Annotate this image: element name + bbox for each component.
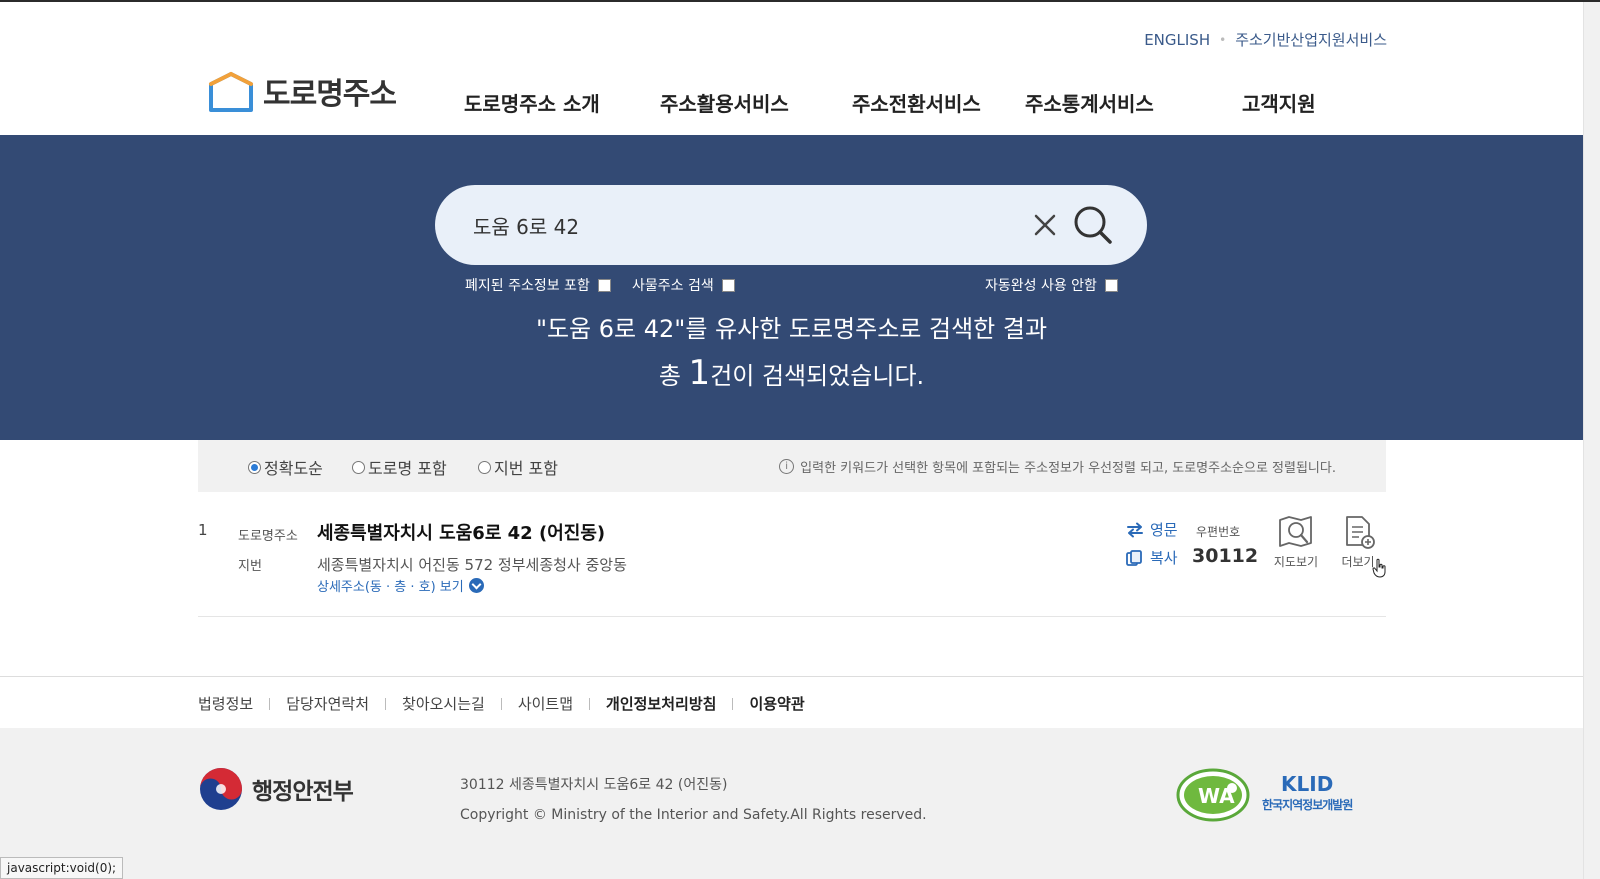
result-count: 1 (688, 353, 711, 393)
english-address-label: 영문 (1150, 521, 1178, 539)
footer-separator (269, 697, 271, 710)
footer-link-contact[interactable]: 담당자연락처 (286, 693, 369, 714)
footer-link-privacy[interactable]: 개인정보처리방침 (606, 693, 716, 714)
sort-jibun-radio[interactable] (478, 460, 491, 474)
utility-links: ENGLISH • 주소기반산업지원서비스 (1144, 29, 1387, 50)
footer-link-terms[interactable]: 이용약관 (749, 693, 804, 714)
sort-road-name-radio[interactable] (352, 460, 365, 474)
footer-separator (500, 697, 502, 710)
sort-bar: 정확도순 도로명 포함 지번 포함 i 입력한 키워드가 선택한 항목에 포함되… (198, 440, 1386, 492)
option-abolished[interactable]: 폐지된 주소정보 포함 (465, 275, 611, 295)
logo-text: 도로명주소 (263, 77, 397, 112)
sort-accuracy[interactable]: 정확도순 (248, 455, 323, 479)
site-header: ENGLISH • 주소기반산업지원서비스 도로명주소 도로명주소 소개 주소활… (0, 2, 1583, 135)
road-address: 세종특별자치시 도움6로 42 (어진동) (317, 523, 606, 544)
nav-customer-support[interactable]: 고객지원 (1242, 88, 1316, 117)
nav-statistics-services[interactable]: 주소통계서비스 (1025, 88, 1154, 117)
jibun-label: 지번 (238, 559, 262, 574)
ministry-name: 행정안전부 (252, 779, 354, 805)
industry-support-link[interactable]: 주소기반산업지원서비스 (1235, 29, 1387, 50)
nav-usage-services[interactable]: 주소활용서비스 (660, 88, 789, 117)
page: ENGLISH • 주소기반산업지원서비스 도로명주소 도로명주소 소개 주소활… (0, 2, 1583, 879)
sort-accuracy-radio[interactable] (248, 460, 261, 474)
klid-sub: 한국지역정보개발원 (1262, 798, 1353, 812)
jibun-address: 세종특별자치시 어진동 572 정부세종청사 중앙동 (317, 556, 627, 574)
browser-status-bar: javascript:void(0); (0, 857, 124, 879)
sort-road-name[interactable]: 도로명 포함 (352, 455, 447, 479)
footer-link-directions[interactable]: 찾아오시는길 (402, 693, 485, 714)
hand-cursor-icon (1372, 558, 1386, 578)
footer-link-sitemap[interactable]: 사이트맵 (518, 693, 573, 714)
footer-copyright: Copyright © Ministry of the Interior and… (460, 807, 927, 823)
footer-links: 법령정보 담당자연락처 찾아오시는길 사이트맵 개인정보처리방침 이용약관 (0, 676, 1583, 728)
option-autocomplete-label: 자동완성 사용 안함 (985, 278, 1097, 294)
klid-logo: KLID 한국지역정보개발원 (1262, 772, 1353, 813)
english-address-button[interactable]: 영문 (1126, 519, 1178, 540)
wa-certification-icon: WA (1176, 768, 1250, 822)
copy-button[interactable]: 복사 (1126, 547, 1178, 568)
nav-conversion-services[interactable]: 주소전환서비스 (852, 88, 981, 117)
site-footer: 행정안전부 30112 세종특별자치시 도움6로 42 (어진동) Copyri… (0, 728, 1583, 879)
result-summary-line2: 총 1건이 검색되었습니다. (0, 351, 1583, 398)
autocomplete-checkbox[interactable] (1104, 278, 1118, 292)
thing-address-checkbox[interactable] (721, 278, 735, 292)
option-autocomplete[interactable]: 자동완성 사용 안함 (985, 275, 1118, 295)
sort-note-text: 입력한 키워드가 선택한 항목에 포함되는 주소정보가 우선정렬 되고, 도로명… (800, 461, 1336, 476)
sort-accuracy-label: 정확도순 (264, 459, 323, 478)
detail-address-label: 상세주소(동 · 층 · 호) 보기 (317, 580, 464, 595)
site-logo[interactable]: 도로명주소 (207, 69, 397, 113)
sort-jibun[interactable]: 지번 포함 (478, 455, 558, 479)
copy-icon (1126, 549, 1142, 566)
more-label: 더보기 (1341, 555, 1375, 569)
detail-address-link[interactable]: 상세주소(동 · 층 · 호) 보기 (317, 576, 484, 595)
english-link[interactable]: ENGLISH (1144, 31, 1210, 49)
result-summary-line1: "도움 6로 42"를 유사한 도로명주소로 검색한 결과 (535, 315, 1048, 343)
copy-label: 복사 (1150, 549, 1178, 567)
zip-code: 30112 (1192, 545, 1259, 567)
footer-address: 30112 세종특별자치시 도움6로 42 (어진동) (460, 777, 728, 793)
house-logo-icon (209, 72, 253, 112)
footer-separator (589, 697, 591, 710)
swap-arrows-icon (1127, 522, 1143, 537)
zip-label: 우편번호 (1196, 525, 1241, 539)
taegeuk-emblem-icon (200, 768, 242, 810)
chevron-down-icon (468, 578, 484, 593)
option-abolished-label: 폐지된 주소정보 포함 (465, 278, 590, 294)
clear-icon[interactable] (1029, 209, 1061, 241)
sort-jibun-label: 지번 포함 (494, 459, 558, 478)
info-icon: i (779, 459, 795, 474)
web-accessibility-mark: WA (1176, 768, 1250, 826)
footer-links-inner: 법령정보 담당자연락처 찾아오시는길 사이트맵 개인정보처리방침 이용약관 (198, 693, 805, 714)
result-prefix: 총 (658, 362, 689, 390)
footer-separator (385, 697, 387, 710)
result-row: 1 도로명주소 세종특별자치시 도움6로 42 (어진동) 지번 세종특별자치시… (198, 507, 1386, 617)
vertical-scrollbar[interactable] (1583, 2, 1600, 879)
document-plus-icon (1346, 516, 1375, 549)
map-search-icon (1279, 516, 1312, 547)
klid-main: KLID (1281, 772, 1334, 796)
sort-road-name-label: 도로명 포함 (368, 459, 447, 478)
search-hero: 폐지된 주소정보 포함 사물주소 검색 자동완성 사용 안함 "도움 6로 42… (0, 135, 1583, 440)
option-thing-address-label: 사물주소 검색 (632, 278, 714, 294)
footer-separator (732, 697, 734, 710)
ministry-logo: 행정안전부 (198, 766, 354, 812)
utility-separator: • (1219, 32, 1227, 47)
road-address-label: 도로명주소 (238, 529, 298, 544)
footer-link-law[interactable]: 법령정보 (198, 693, 253, 714)
footer-address-block: 30112 세종특별자치시 도움6로 42 (어진동) Copyright © … (460, 770, 927, 830)
result-summary: "도움 6로 42"를 유사한 도로명주소로 검색한 결과 총 1건이 검색되었… (0, 307, 1583, 398)
search-input[interactable] (473, 207, 993, 243)
map-view-button[interactable]: 지도보기 (1266, 515, 1326, 570)
sort-note: i 입력한 키워드가 선택한 항목에 포함되는 주소정보가 우선정렬 되고, 도… (779, 457, 1336, 476)
option-thing-address[interactable]: 사물주소 검색 (632, 275, 735, 295)
search-box (435, 185, 1147, 265)
nav-about[interactable]: 도로명주소 소개 (464, 88, 600, 117)
map-view-label: 지도보기 (1273, 555, 1319, 569)
result-suffix: 건이 검색되었습니다. (710, 362, 925, 390)
search-icon[interactable] (1071, 203, 1115, 247)
abolished-checkbox[interactable] (597, 278, 611, 292)
result-number: 1 (198, 521, 208, 539)
